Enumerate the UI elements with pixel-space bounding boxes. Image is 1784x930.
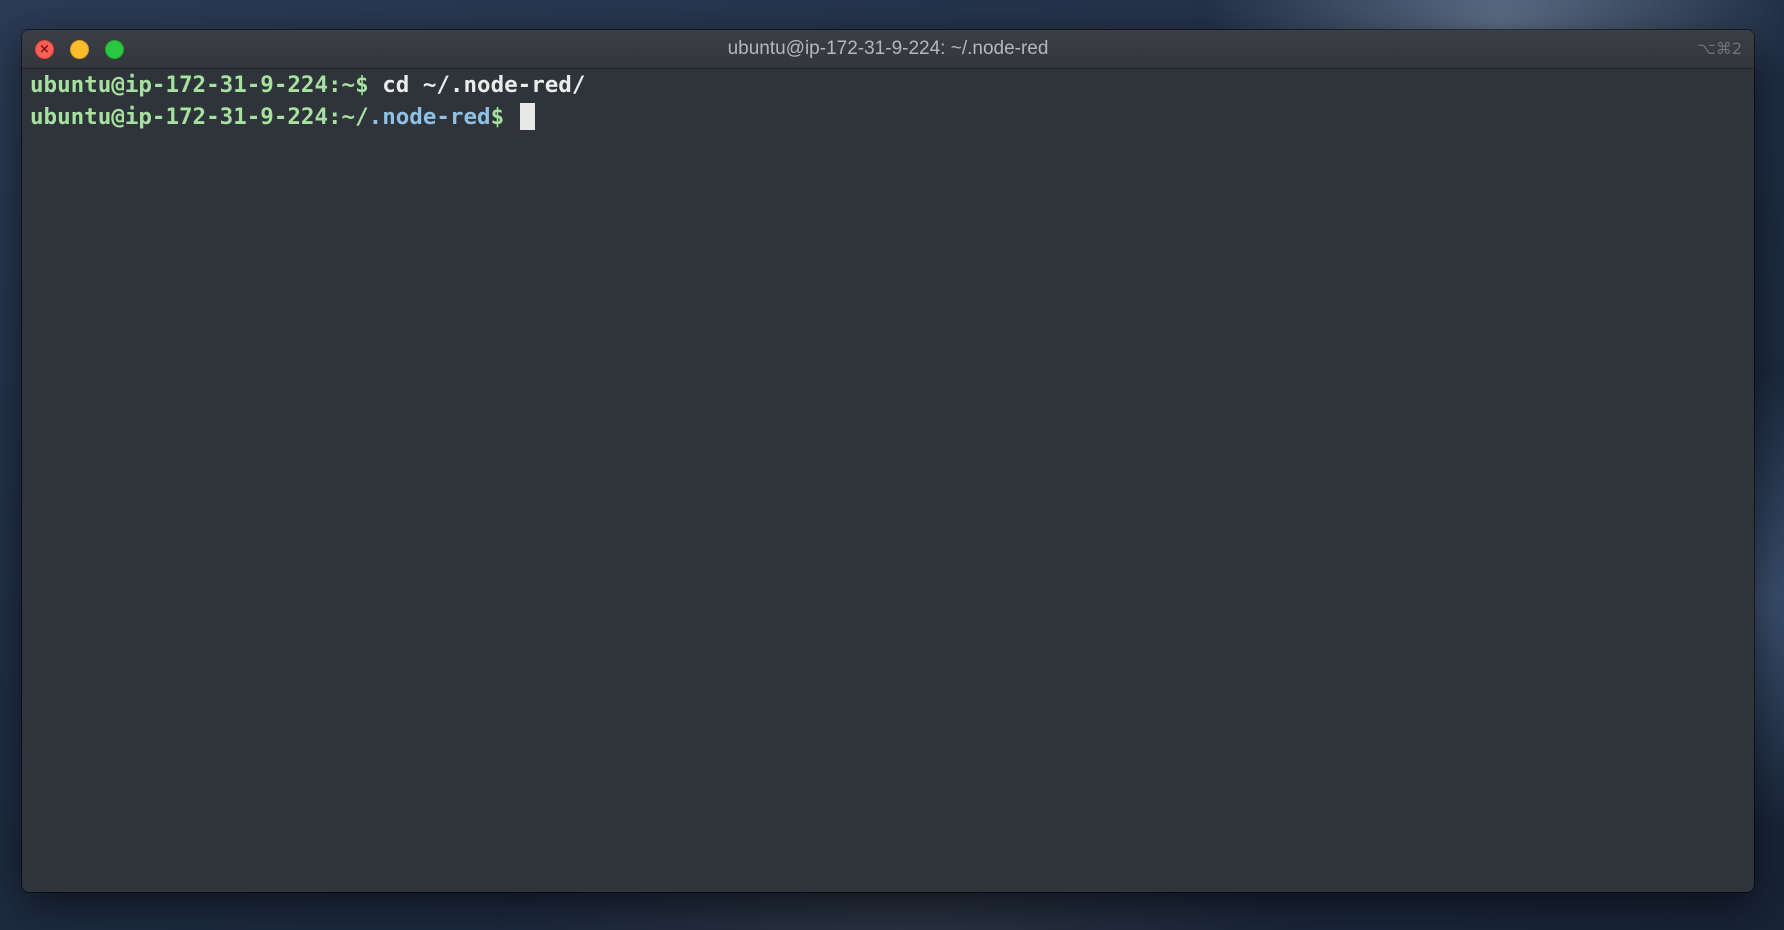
prompt-symbol: $ bbox=[490, 104, 505, 130]
window-title: ubuntu@ip-172-31-9-224: ~/.node-red bbox=[727, 38, 1049, 59]
text-cursor bbox=[519, 103, 535, 130]
shell-prompt: ubuntu@ip-172-31-9-224:~$ bbox=[30, 72, 369, 98]
window-shortcut-label: ⌥⌘2 bbox=[1697, 39, 1742, 58]
terminal-line: ubuntu@ip-172-31-9-224:~/.node-red$ bbox=[30, 101, 1746, 133]
terminal-line: ubuntu@ip-172-31-9-224:~$ cd ~/.node-red… bbox=[30, 69, 1746, 101]
command-input[interactable] bbox=[504, 104, 518, 130]
terminal-content[interactable]: ubuntu@ip-172-31-9-224:~$ cd ~/.node-red… bbox=[22, 69, 1754, 892]
terminal-window[interactable]: × ubuntu@ip-172-31-9-224: ~/.node-red ⌥⌘… bbox=[22, 30, 1754, 892]
prompt-directory: .node-red bbox=[368, 104, 491, 130]
command-text: cd ~/.node-red/ bbox=[368, 72, 586, 98]
title-bar[interactable]: × ubuntu@ip-172-31-9-224: ~/.node-red ⌥⌘… bbox=[22, 30, 1754, 69]
shell-prompt: ubuntu@ip-172-31-9-224:~/ bbox=[30, 104, 369, 130]
